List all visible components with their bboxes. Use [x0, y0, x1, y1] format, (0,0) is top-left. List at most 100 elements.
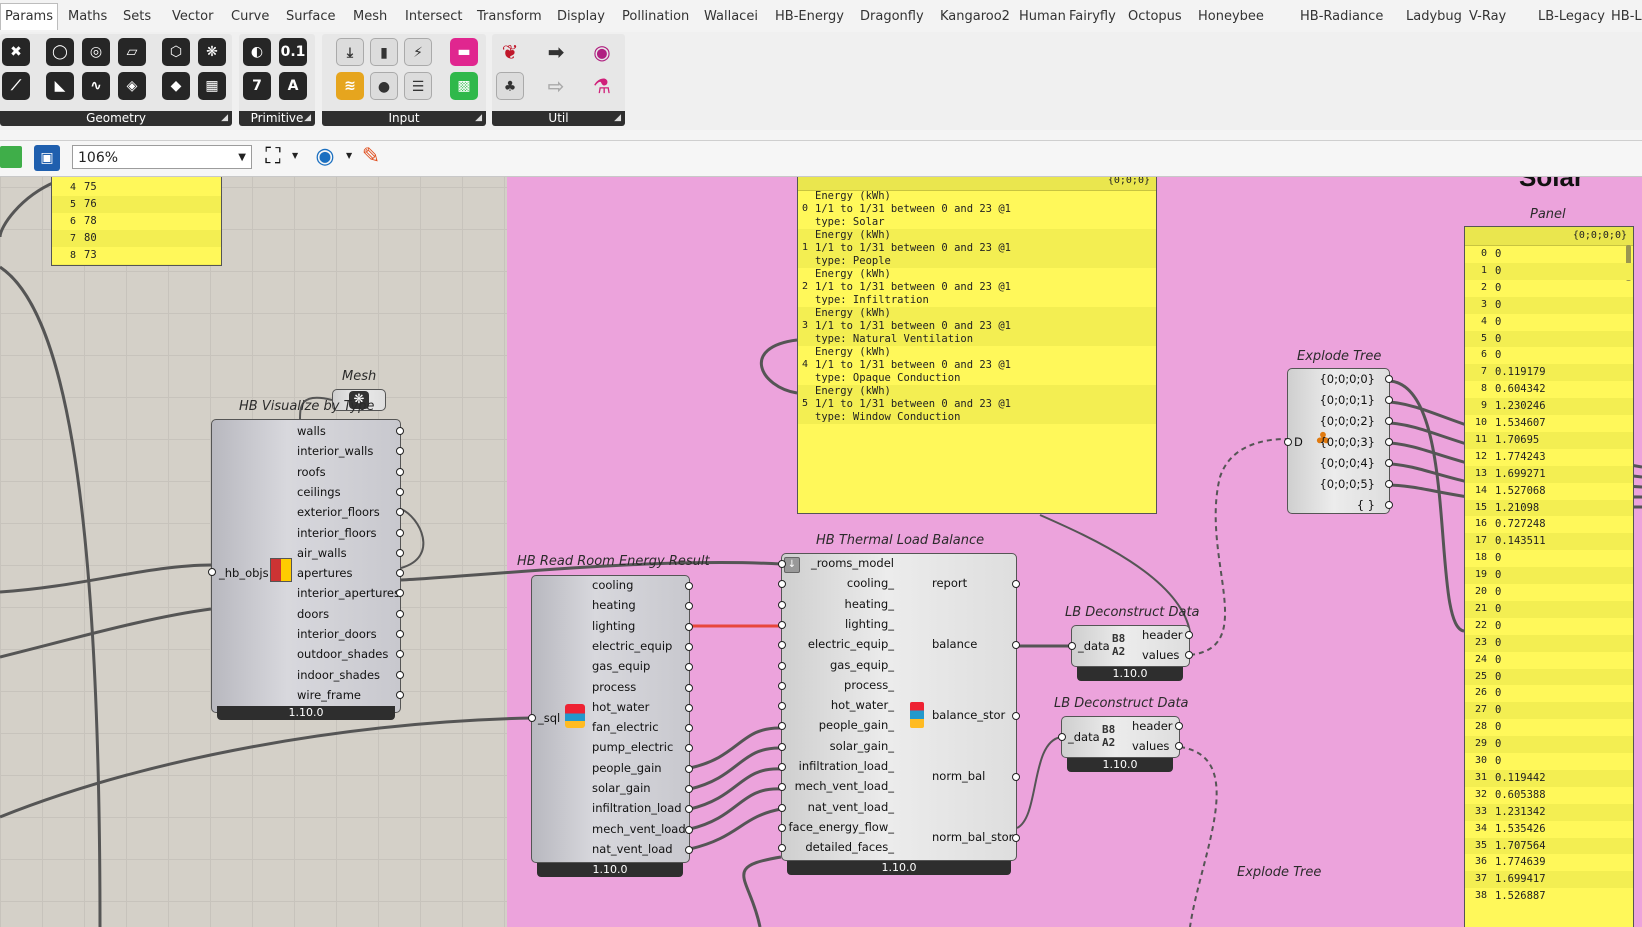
output-port[interactable] — [396, 630, 404, 638]
output-port[interactable] — [396, 548, 404, 557]
chevron-down-icon[interactable]: ▼ — [292, 151, 298, 160]
input-port[interactable] — [778, 661, 786, 670]
wire[interactable] — [0, 563, 212, 594]
tab-mesh[interactable]: Mesh — [353, 9, 387, 24]
output-port[interactable] — [1385, 438, 1393, 446]
input-port[interactable] — [778, 823, 786, 832]
explode-tree-component[interactable]: D ♣ {0;0;0;0} {0;0;0;1} {0;0;0;2} {0;0;0;3}… — [1284, 368, 1393, 514]
output-port[interactable] — [685, 703, 693, 712]
data-dam-icon[interactable]: ◉ — [588, 38, 616, 66]
output-port[interactable] — [1012, 580, 1020, 588]
input-port[interactable] — [1284, 438, 1292, 446]
tab-dragonfly[interactable]: Dragonfly — [860, 9, 924, 24]
line-icon[interactable]: ⟋ — [2, 72, 30, 100]
tab-maths[interactable]: Maths — [68, 9, 107, 24]
wire[interactable] — [0, 607, 212, 659]
tab-fairyfly[interactable]: Fairyfly — [1069, 9, 1116, 24]
output-port[interactable] — [685, 764, 693, 773]
zoom-dropdown[interactable]: 106% ▼ — [72, 145, 252, 169]
wire[interactable] — [689, 807, 782, 851]
output-port[interactable] — [685, 642, 693, 651]
hb-read-component[interactable]: _sql cooling heating lighting electric_equip… — [528, 575, 693, 863]
input-port[interactable] — [778, 641, 786, 650]
flask-icon[interactable]: ⚗ — [588, 72, 616, 100]
tab-hb-le[interactable]: HB-Le — [1611, 9, 1642, 24]
wire[interactable] — [1389, 379, 1465, 633]
input-port[interactable] — [528, 714, 536, 722]
tab-lb-legacy[interactable]: LB-Legacy — [1538, 9, 1605, 24]
solar-values-panel[interactable]: {0;0;0;0} 0 0 1 0 2 0 3 0 4 0 5 0 6 0 7 0.119179 8 0.6043… — [1464, 226, 1634, 927]
wire[interactable] — [0, 180, 56, 238]
input-port[interactable] — [1068, 642, 1076, 650]
output-port[interactable] — [1175, 742, 1183, 750]
hb-visualize-component[interactable]: _hb_objs walls interior_walls roofs ceilings… — [208, 419, 404, 713]
circle-icon[interactable]: ◯ — [46, 38, 74, 66]
output-port[interactable] — [396, 609, 404, 618]
output-port[interactable] — [1185, 631, 1193, 639]
download-icon[interactable]: ⤓ — [336, 38, 364, 66]
toggle-icon[interactable]: ▮ — [370, 38, 398, 66]
surface-icon[interactable]: ◆ — [162, 72, 190, 100]
button-icon[interactable]: ● — [370, 72, 398, 100]
output-port[interactable] — [1175, 722, 1183, 730]
number-icon[interactable]: 0.1 — [279, 38, 307, 66]
sketch-pen-icon[interactable]: ✎ — [358, 144, 384, 170]
wire[interactable] — [0, 265, 102, 927]
geometry-cache-icon[interactable]: ▦ — [198, 72, 226, 100]
tab-v-ray[interactable]: V-Ray — [1469, 9, 1506, 24]
tab-honeybee[interactable]: Honeybee — [1198, 9, 1264, 24]
tab-transform[interactable]: Transform — [477, 9, 542, 24]
value-list-icon[interactable]: ≋ — [336, 72, 364, 100]
swatch-icon[interactable]: ▩ — [450, 72, 478, 100]
tab-intersect[interactable]: Intersect — [405, 9, 463, 24]
hb-thermal-component[interactable]: ↓ _rooms_model cooling_ heating_ lighting_ el… — [778, 553, 1020, 861]
output-port[interactable] — [1012, 712, 1020, 720]
input-group-label[interactable]: Input ◢ — [322, 111, 486, 126]
util-group-label[interactable]: Util ◢ — [492, 111, 625, 126]
output-port[interactable] — [685, 622, 693, 631]
primitive-group-label[interactable]: Primitive ◢ — [239, 111, 315, 126]
input-port[interactable] — [778, 580, 786, 589]
circular-arc-icon[interactable]: ◎ — [82, 38, 110, 66]
output-port[interactable] — [1385, 396, 1393, 404]
input-port[interactable] — [778, 620, 786, 629]
point-icon[interactable]: ◈ — [118, 72, 146, 100]
input-port[interactable] — [778, 803, 786, 812]
box-icon[interactable]: ▱ — [118, 38, 146, 66]
cherry-icon[interactable]: ❦ — [496, 38, 524, 66]
output-port[interactable] — [1185, 651, 1193, 659]
x-icon[interactable]: ✖ — [2, 38, 30, 66]
output-port[interactable] — [1012, 773, 1020, 781]
arrow-outline-icon[interactable]: ⇨ — [542, 72, 570, 100]
boolean-icon[interactable]: ◐ — [243, 38, 271, 66]
tab-params[interactable]: Params — [0, 3, 58, 30]
wire[interactable] — [0, 716, 532, 819]
tab-hb-energy[interactable]: HB-Energy — [775, 9, 844, 24]
output-port[interactable] — [1012, 641, 1020, 649]
output-port[interactable] — [396, 427, 404, 435]
tree-icon[interactable]: ♣ — [496, 72, 524, 100]
save-icon[interactable]: ▣ — [34, 145, 60, 171]
output-port[interactable] — [396, 670, 404, 679]
output-port[interactable] — [1385, 459, 1393, 467]
output-port[interactable] — [685, 683, 693, 692]
input-port[interactable] — [778, 763, 786, 771]
tab-pollination[interactable]: Pollination — [622, 9, 689, 24]
input-port[interactable] — [778, 702, 786, 711]
tab-kangaroo2[interactable]: Kangaroo2 — [940, 9, 1010, 24]
tab-wallacei[interactable]: Wallacei — [704, 9, 758, 24]
tab-curve[interactable]: Curve — [231, 9, 269, 24]
plane-icon[interactable]: ◣ — [46, 72, 74, 100]
chevron-down-icon[interactable]: ▼ — [346, 151, 352, 160]
input-port[interactable] — [778, 681, 786, 690]
output-port[interactable] — [396, 487, 404, 496]
input-port[interactable] — [778, 600, 786, 609]
input-port[interactable] — [778, 722, 786, 731]
output-port[interactable] — [1385, 417, 1393, 425]
brep-icon[interactable]: ⬡ — [162, 38, 190, 66]
lb-deconstruct-1-component[interactable]: _data B8 A2 header values — [1068, 625, 1193, 667]
output-port[interactable] — [396, 690, 404, 699]
zoom-extents-icon[interactable]: ⛶ — [260, 144, 286, 170]
output-port[interactable] — [396, 467, 404, 476]
input-port[interactable] — [778, 742, 786, 751]
